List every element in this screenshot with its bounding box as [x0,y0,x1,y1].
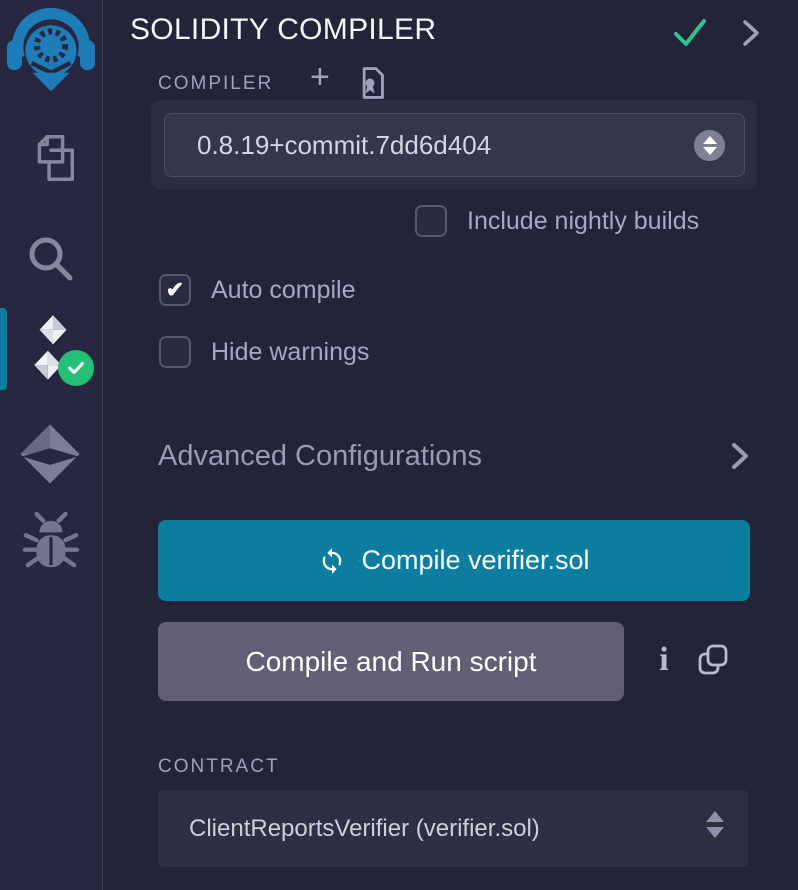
compiler-section-label: COMPILER [158,73,273,95]
sidebar-item-search[interactable] [20,228,80,288]
compile-and-run-button[interactable]: Compile and Run script [158,622,624,701]
contract-down-arrow-icon [706,827,724,838]
hide-warnings-checkbox[interactable] [159,336,191,368]
contract-section-label: CONTRACT [158,756,280,778]
include-nightly-row: Include nightly builds [415,205,699,237]
contract-select-arrows-icon [706,811,724,838]
sidebar-item-debugger[interactable] [22,508,80,576]
compile-button[interactable]: Compile verifier.sol [158,520,750,601]
compiler-version-value: 0.8.19+commit.7dd6d404 [197,130,491,161]
info-icon[interactable]: i [651,638,677,682]
compiler-license-icon[interactable] [355,66,389,100]
remix-app: SOLIDITY COMPILER COMPILER + 0.8.19+comm… [0,0,798,890]
advanced-configurations-toggle[interactable]: Advanced Configurations [158,434,752,478]
compiler-version-container: 0.8.19+commit.7dd6d404 [151,100,757,189]
spinner-up-arrow-icon [703,136,717,144]
badge-check-icon [65,357,87,379]
version-select-spinner-icon[interactable] [694,130,725,161]
file-explorer-icon [22,128,80,188]
advanced-configurations-label: Advanced Configurations [158,440,482,473]
sync-icon [318,547,346,575]
contract-select[interactable]: ClientReportsVerifier (verifier.sol) [158,790,748,867]
debugger-bug-icon [22,508,80,576]
search-icon [20,228,80,288]
icon-panel [0,0,103,890]
compile-button-label: Compile verifier.sol [361,545,589,576]
sidebar-item-deploy-run[interactable] [18,414,82,494]
add-custom-compiler-icon[interactable]: + [310,60,330,94]
hide-warnings-row: Hide warnings [159,336,369,368]
active-tab-indicator [0,308,7,390]
include-nightly-checkbox[interactable] [415,205,447,237]
auto-compile-row: ✔ Auto compile [159,274,356,306]
compiler-version-select[interactable]: 0.8.19+commit.7dd6d404 [164,113,745,177]
compile-and-run-label: Compile and Run script [245,646,536,678]
remix-logo[interactable] [3,5,99,93]
collapse-panel-chevron-icon[interactable] [737,17,765,49]
remix-logo-icon [3,5,99,93]
header-compile-success-icon [672,17,708,49]
sidebar-item-file-explorer[interactable] [22,128,80,188]
auto-compile-checkbox[interactable]: ✔ [159,274,191,306]
hide-warnings-label[interactable]: Hide warnings [211,338,369,367]
sidebar-item-solidity-compiler[interactable] [0,306,103,392]
include-nightly-label[interactable]: Include nightly builds [467,207,699,236]
contract-select-value: ClientReportsVerifier (verifier.sol) [189,815,540,843]
page-title: SOLIDITY COMPILER [130,13,436,47]
spinner-down-arrow-icon [703,147,717,155]
copy-icon[interactable] [696,642,730,678]
auto-compile-check-glyph: ✔ [166,279,184,301]
auto-compile-label[interactable]: Auto compile [211,276,356,305]
contract-up-arrow-icon [706,811,724,822]
deploy-run-icon [18,414,82,494]
advanced-config-chevron-icon [728,441,752,471]
compile-success-badge [58,350,94,386]
